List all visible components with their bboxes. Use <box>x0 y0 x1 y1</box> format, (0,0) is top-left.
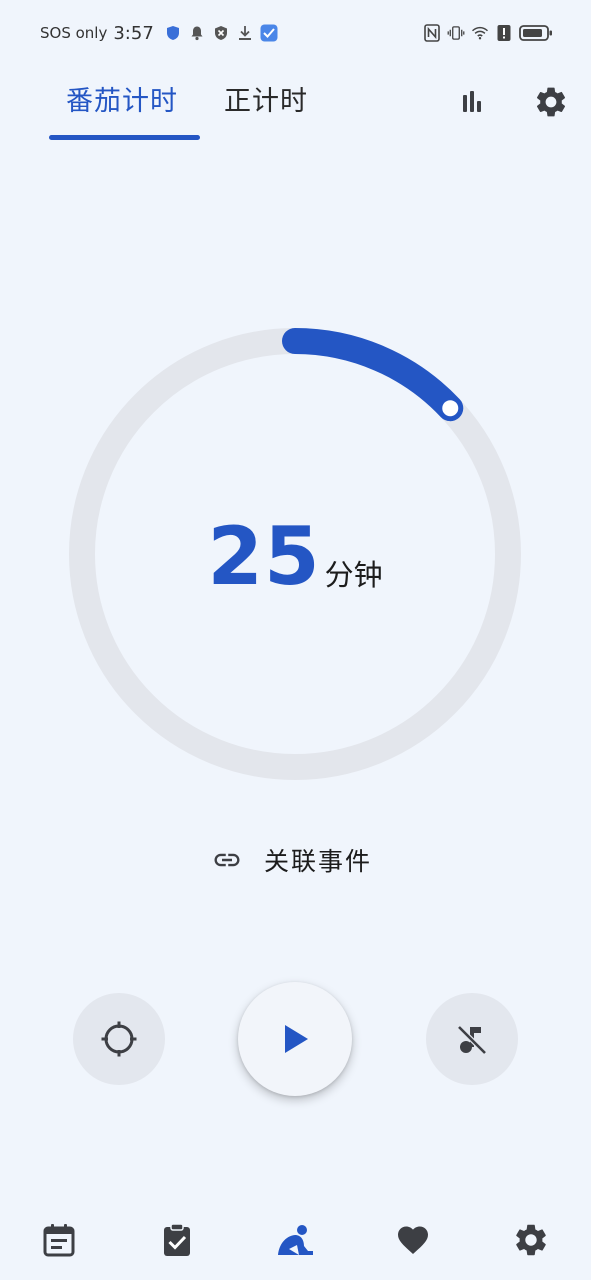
music-off-icon <box>457 1025 487 1055</box>
vibrate-icon <box>447 24 465 42</box>
nav-item-tasks[interactable] <box>157 1220 197 1260</box>
gear-icon <box>516 1224 546 1256</box>
shield-icon <box>164 24 182 42</box>
app-notification-icon <box>260 24 278 42</box>
settings-button[interactable] <box>531 82 571 122</box>
bottom-navigation <box>0 1200 591 1280</box>
statistics-button[interactable] <box>452 82 492 122</box>
meditation-icon <box>278 1225 313 1255</box>
focus-mode-button[interactable] <box>73 993 165 1085</box>
status-left: SOS only 3:57 <box>40 23 278 44</box>
status-right <box>423 24 553 42</box>
tab-pomodoro[interactable]: 番茄计时 <box>66 82 178 122</box>
timer-minutes: 25 <box>207 509 321 603</box>
checklist-icon <box>164 1223 190 1256</box>
block-icon <box>212 24 230 42</box>
crosshair-icon <box>101 1021 137 1057</box>
status-bar: SOS only 3:57 <box>0 0 591 66</box>
white-noise-button[interactable] <box>426 993 518 1085</box>
nav-item-settings[interactable] <box>511 1220 551 1260</box>
timer-unit: 分钟 <box>324 558 383 592</box>
link-event-label: 关联事件 <box>264 847 373 876</box>
bell-icon <box>188 24 206 42</box>
app-screen: SOS only 3:57 番茄计时 正计时 25 分钟 关联事件 <box>0 0 591 1280</box>
carrier-text: SOS only <box>40 24 108 42</box>
nfc-icon <box>423 24 441 42</box>
tab-active-indicator <box>49 135 200 140</box>
nav-item-focus[interactable] <box>275 1220 315 1260</box>
alert-icon <box>495 24 513 42</box>
download-icon <box>236 24 254 42</box>
timer-dial[interactable]: 25 分钟 <box>69 328 521 780</box>
gear-icon <box>536 87 566 117</box>
nav-item-favorites[interactable] <box>393 1220 433 1260</box>
start-button[interactable] <box>238 982 352 1096</box>
clock-time: 3:57 <box>113 22 154 44</box>
battery-icon <box>519 24 553 42</box>
nav-item-calendar[interactable] <box>39 1220 79 1260</box>
bar-chart-icon <box>463 91 481 112</box>
link-event-button[interactable]: 关联事件 <box>212 840 372 880</box>
tab-count-up[interactable]: 正计时 <box>224 82 308 122</box>
calendar-icon <box>43 1224 75 1257</box>
play-icon <box>285 1025 308 1053</box>
wifi-icon <box>471 24 489 42</box>
link-icon <box>214 853 240 867</box>
timer-readout: 25 分钟 <box>69 328 521 780</box>
top-bar: 番茄计时 正计时 <box>0 66 591 146</box>
heart-icon <box>398 1226 428 1255</box>
